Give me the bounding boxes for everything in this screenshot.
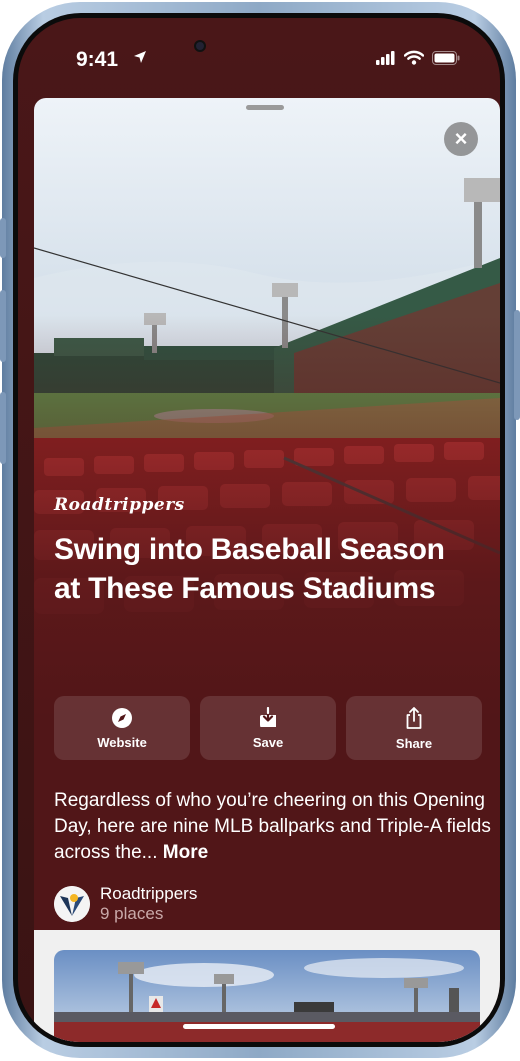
- status-time: 9:41: [76, 48, 119, 71]
- author-info: Roadtrippers 9 places: [100, 884, 197, 924]
- author-name: Roadtrippers: [100, 884, 198, 903]
- author-avatar: [54, 886, 90, 922]
- website-button[interactable]: Website: [54, 696, 190, 760]
- guide-title: Swing into Baseball Season at These Famo…: [54, 533, 445, 605]
- action-buttons: Website Save Share: [54, 696, 482, 760]
- status-bar: 9:41: [18, 18, 500, 98]
- description-text: Regardless of who you’re cheering on thi…: [54, 790, 491, 863]
- save-button[interactable]: Save: [200, 696, 336, 760]
- front-camera: [194, 40, 206, 52]
- compass-icon: [112, 707, 132, 728]
- roadtrippers-logo-icon: [54, 886, 90, 922]
- publisher-logo: Roadtrippers: [54, 495, 185, 515]
- share-label: Share: [395, 735, 433, 751]
- sheet-grabber[interactable]: [246, 105, 284, 110]
- volume-up-button: [0, 290, 6, 362]
- places-count: 9 places: [100, 904, 164, 923]
- guide-description: Regardless of who you’re cheering on thi…: [54, 788, 494, 866]
- author-row[interactable]: Roadtrippers 9 places: [54, 882, 197, 926]
- volume-down-button: [0, 392, 6, 464]
- share-button[interactable]: Share: [346, 696, 482, 760]
- share-icon: [406, 706, 422, 729]
- more-link[interactable]: More: [163, 842, 208, 863]
- save-label: Save: [252, 734, 284, 750]
- guide-card: × Roadtrippers Swing into Baseball Seaso…: [34, 98, 500, 930]
- home-indicator[interactable]: [183, 1024, 335, 1029]
- side-button: [0, 218, 6, 258]
- close-button[interactable]: ×: [444, 122, 478, 156]
- power-button: [514, 310, 520, 420]
- battery-icon: [432, 50, 460, 65]
- wifi-icon: [404, 50, 424, 65]
- cellular-signal-icon: [376, 50, 395, 65]
- save-icon: [260, 706, 276, 727]
- stadium-hero-image: [34, 98, 500, 718]
- close-icon: ×: [454, 126, 468, 151]
- location-arrow-icon: [134, 51, 146, 63]
- website-label: Website: [97, 734, 147, 750]
- screen: 9:41 × Roadtrippers Swing into Baseball …: [18, 18, 500, 1042]
